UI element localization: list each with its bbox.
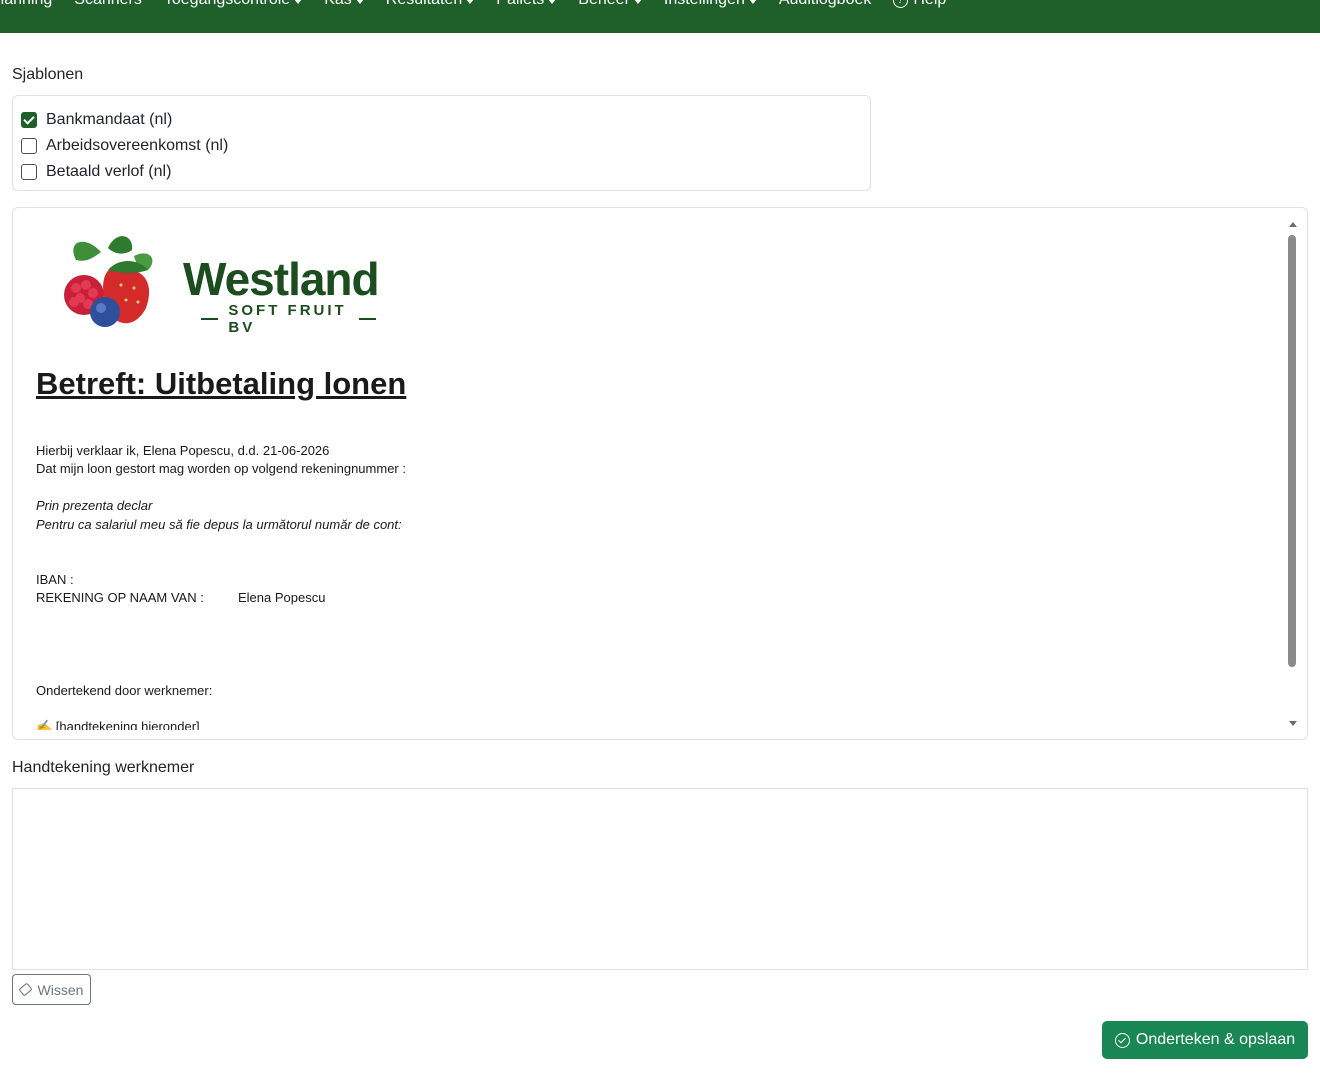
nav-item-help[interactable]: ?Help bbox=[893, 0, 946, 9]
checkbox-checked[interactable] bbox=[21, 112, 37, 128]
document-preview[interactable]: Westland SOFT FRUIT BV Betreft: Uitbetal… bbox=[12, 207, 1308, 740]
signature-pad[interactable] bbox=[12, 788, 1308, 970]
help-icon: ? bbox=[893, 0, 909, 8]
signature-label: Handtekening werknemer bbox=[12, 759, 195, 776]
caret-down-icon bbox=[748, 0, 757, 4]
checkbox[interactable] bbox=[21, 164, 37, 180]
document-text-line: Dat mijn loon gestort mag worden op volg… bbox=[36, 461, 406, 476]
document-content: Westland SOFT FRUIT BV Betreft: Uitbetal… bbox=[36, 208, 1276, 730]
document-text-line: Pentru ca salariul meu să fie depus la u… bbox=[36, 517, 402, 532]
account-name-value: Elena Popescu bbox=[238, 590, 326, 605]
template-option-arbeidsovereenkomst[interactable]: Arbeidsovereenkomst (nl) bbox=[21, 133, 862, 159]
caret-down-icon bbox=[355, 0, 364, 4]
nav-item-auditlogboek[interactable]: Auditlogboek bbox=[779, 0, 872, 9]
checkbox[interactable] bbox=[21, 138, 37, 154]
nav-item-pallets[interactable]: Pallets bbox=[496, 0, 557, 9]
caret-down-icon bbox=[548, 0, 557, 4]
scroll-down-icon[interactable] bbox=[1289, 721, 1297, 726]
signed-by-label: Ondertekend door werknemer: bbox=[36, 683, 213, 698]
scrollbar-thumb[interactable] bbox=[1288, 235, 1296, 667]
templates-list: Bankmandaat (nl) Arbeidsovereenkomst (nl… bbox=[12, 95, 871, 191]
logo-subtitle: SOFT FRUIT BV bbox=[191, 302, 386, 336]
logo-wordmark: Westland bbox=[183, 253, 380, 305]
check-circle-icon bbox=[1114, 1032, 1130, 1048]
nav-menu: Planning Scanners Toegangscontrole Kas R… bbox=[0, 0, 968, 9]
nav-item-beheer[interactable]: Beheer bbox=[578, 0, 642, 9]
nav-item-kas[interactable]: Kas bbox=[324, 0, 364, 9]
signature-placeholder: ✍ [handtekening hieronder] bbox=[36, 719, 200, 730]
template-option-bankmandaat[interactable]: Bankmandaat (nl) bbox=[21, 107, 862, 133]
document-heading: Betreft: Uitbetaling lonen bbox=[36, 366, 407, 401]
iban-label: IBAN : bbox=[36, 572, 74, 587]
document-text-line: Hierbij verklaar ik, Elena Popescu, d.d.… bbox=[36, 443, 330, 458]
template-option-betaald-verlof[interactable]: Betaald verlof (nl) bbox=[21, 159, 862, 185]
nav-item-instellingen[interactable]: Instellingen bbox=[664, 0, 757, 9]
caret-down-icon bbox=[466, 0, 475, 4]
scroll-up-icon[interactable] bbox=[1289, 222, 1297, 227]
nav-item-planning[interactable]: Planning bbox=[0, 0, 52, 9]
logo-divider bbox=[358, 318, 377, 320]
top-navbar: Planning Scanners Toegangscontrole Kas R… bbox=[0, 0, 1320, 33]
caret-down-icon bbox=[633, 0, 642, 4]
fruit-logo-icon bbox=[64, 236, 153, 327]
nav-item-resultaten[interactable]: Resultaten bbox=[386, 0, 475, 9]
document-scrollbar[interactable] bbox=[1287, 218, 1299, 730]
eraser-icon bbox=[17, 982, 33, 997]
nav-item-scanners[interactable]: Scanners bbox=[74, 0, 142, 9]
document-text-line: Prin prezenta declar bbox=[36, 498, 153, 513]
clear-signature-button[interactable]: Wissen bbox=[12, 974, 91, 1005]
templates-label: Sjablonen bbox=[12, 66, 84, 83]
logo-divider bbox=[201, 318, 219, 320]
nav-item-toegangscontrole[interactable]: Toegangscontrole bbox=[164, 0, 303, 9]
account-name-label: REKENING OP NAAM VAN : bbox=[36, 590, 204, 605]
caret-down-icon bbox=[294, 0, 303, 4]
company-logo: Westland SOFT FRUIT BV bbox=[46, 230, 386, 336]
sign-and-save-button[interactable]: Onderteken & opslaan bbox=[1102, 1021, 1308, 1059]
